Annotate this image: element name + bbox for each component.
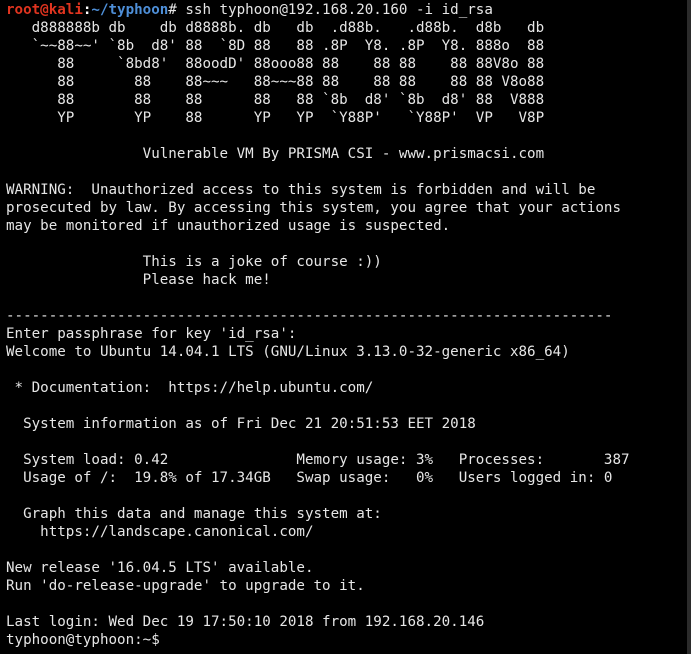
output-line: prosecuted by law. By accessing this sys… (6, 200, 621, 216)
output-line: Vulnerable VM By PRISMA CSI - www.prisma… (6, 146, 545, 162)
remote-prompt-line[interactable]: typhoon@typhoon:~$ (6, 631, 691, 649)
prompt-path: ~/typhoon (91, 2, 169, 18)
terminal-window[interactable]: root@kali:~/typhoon# ssh typhoon@192.168… (0, 0, 691, 654)
output-line: Usage of /: 19.8% of 17.34GB Swap usage:… (6, 470, 613, 486)
output-line: Run 'do-release-upgrade' to upgrade to i… (6, 578, 365, 594)
local-prompt-line: root@kali:~/typhoon# ssh typhoon@192.168… (6, 1, 691, 19)
output-line: https://landscape.canonical.com/ (6, 524, 314, 540)
terminal-output: d888888b db db d8888b. db db .d88b. .d88… (6, 19, 691, 631)
output-line: YP YP 88 YP YP `Y88P' `Y88P' VP V8P (6, 110, 545, 126)
output-line: * Documentation: https://help.ubuntu.com… (6, 380, 374, 396)
output-line: System information as of Fri Dec 21 20:5… (6, 416, 476, 432)
output-line: Welcome to Ubuntu 14.04.1 LTS (GNU/Linux… (6, 344, 570, 360)
output-line: New release '16.04.5 LTS' available. (6, 560, 314, 576)
scrollbar-thumb[interactable] (687, 0, 691, 654)
output-line: WARNING: Unauthorized access to this sys… (6, 182, 596, 198)
output-line: d888888b db db d8888b. db db .d88b. .d88… (6, 20, 545, 36)
output-line: Last login: Wed Dec 19 17:50:10 2018 fro… (6, 614, 485, 630)
output-line: 88 88 88 88 88 `8b d8' `8b d8' 88 V888 (6, 92, 545, 108)
output-line: System load: 0.42 Memory usage: 3% Proce… (6, 452, 630, 468)
ssh-command: ssh typhoon@192.168.20.160 -i id_rsa (185, 2, 493, 18)
output-line: Graph this data and manage this system a… (6, 506, 382, 522)
output-line: 88 `8bd8' 88oodD' 88ooo88 88 88 88 88 88… (6, 56, 545, 72)
scrollbar-track[interactable] (687, 0, 691, 654)
output-line: Please hack me! (6, 272, 271, 288)
output-line: ----------------------------------------… (6, 308, 613, 324)
output-line: Enter passphrase for key 'id_rsa': (6, 326, 297, 342)
prompt-symbol: # (168, 2, 186, 18)
remote-prompt: typhoon@typhoon:~$ (6, 632, 169, 648)
prompt-user-host: root@kali (6, 2, 83, 18)
output-line: may be monitored if unauthorized usage i… (6, 218, 451, 234)
output-line: 88 88 88~~~ 88~~~88 88 88 88 88 88 V8o88 (6, 74, 545, 90)
output-line: This is a joke of course :)) (6, 254, 382, 270)
output-line: `~~88~~' `8b d8' 88 `8D 88 88 .8P Y8. .8… (6, 38, 545, 54)
text-cursor (168, 632, 176, 647)
